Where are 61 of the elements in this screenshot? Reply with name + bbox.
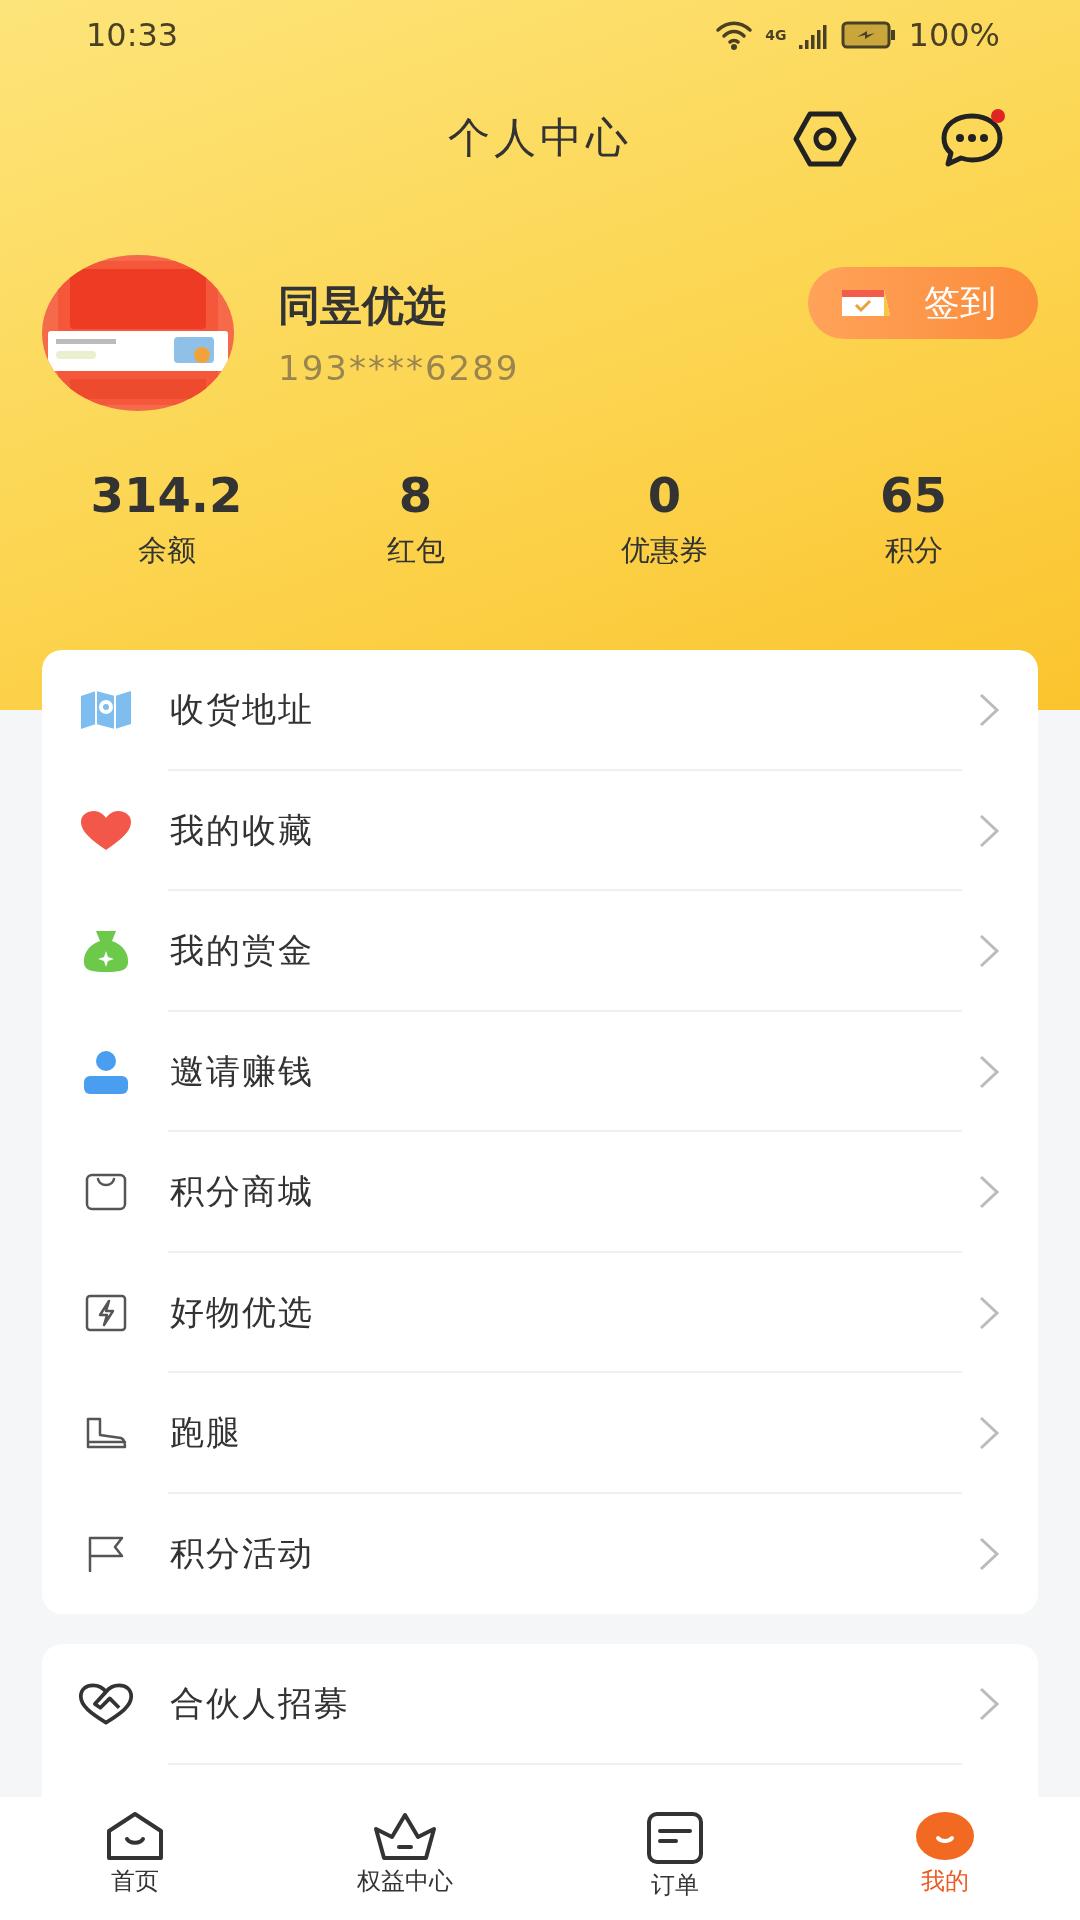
home-icon — [105, 1811, 165, 1861]
battery-icon — [840, 21, 897, 49]
flag-icon — [87, 1535, 125, 1572]
user-name: 同昱优选 — [278, 280, 447, 332]
menu-label: 好物优选 — [170, 1290, 315, 1334]
wifi-icon — [715, 20, 754, 50]
stat-label: 红包 — [386, 532, 445, 569]
menu-label: 积分活动 — [170, 1531, 315, 1575]
menu-item[interactable]: 跑腿 — [42, 1373, 1038, 1494]
stat-value: 65 — [880, 467, 947, 523]
menu-label: 跑腿 — [170, 1411, 243, 1455]
chevron-right-icon — [978, 1294, 1000, 1331]
menu-label: 邀请赚钱 — [170, 1049, 315, 1093]
phone-number: 193****6289 — [278, 348, 521, 388]
menu-item[interactable]: 合伙人招募 — [42, 1644, 1038, 1765]
nav-tab[interactable]: 权益中心 — [270, 1797, 540, 1920]
map-icon — [79, 690, 133, 731]
heart-handshake-icon — [78, 1682, 134, 1727]
person-icon — [82, 1049, 130, 1094]
menu-item[interactable]: 好物优选 — [42, 1252, 1038, 1373]
stat-value: 314.2 — [90, 467, 243, 523]
chevron-right-icon — [978, 812, 1000, 849]
money-bag-icon — [82, 929, 130, 974]
menu-item[interactable]: 积分商城 — [42, 1132, 1038, 1253]
nav-tab[interactable]: 首页 — [0, 1797, 270, 1920]
heart-icon — [80, 810, 132, 851]
smile-face-icon — [914, 1811, 976, 1861]
chevron-right-icon — [978, 1415, 1000, 1452]
crown-icon — [372, 1811, 438, 1861]
chevron-right-icon — [978, 1686, 1000, 1723]
menu-item[interactable]: 收货地址 — [42, 650, 1038, 771]
menu-label: 我的赏金 — [170, 929, 315, 973]
boot-icon — [85, 1417, 127, 1450]
battery-percent: 100% — [908, 16, 1000, 54]
chevron-right-icon — [978, 933, 1000, 970]
lightning-icon — [85, 1293, 127, 1332]
chevron-right-icon — [978, 1053, 1000, 1090]
menu-label: 收货地址 — [170, 688, 315, 732]
stat-value: 8 — [398, 467, 433, 523]
nav-tab[interactable]: 订单 — [540, 1797, 810, 1920]
network-type: 4G — [765, 27, 787, 43]
status-time: 10:33 — [86, 16, 179, 54]
page-title: 个人中心 — [448, 111, 632, 164]
menu-label: 积分商城 — [170, 1170, 315, 1214]
menu-item[interactable]: 邀请赚钱 — [42, 1011, 1038, 1132]
chevron-right-icon — [978, 1535, 1000, 1572]
chevron-right-icon — [978, 692, 1000, 729]
shopping-bag-icon — [85, 1173, 127, 1212]
document-icon — [646, 1811, 704, 1865]
stat-label: 余额 — [137, 532, 196, 569]
menu-item[interactable]: 积分活动 — [42, 1493, 1038, 1614]
settings-icon — [793, 111, 857, 167]
menu-item[interactable]: 我的收藏 — [42, 770, 1038, 891]
stat-value: 0 — [647, 467, 682, 523]
nav-tab[interactable]: 我的 — [810, 1797, 1080, 1920]
menu-label: 我的收藏 — [170, 808, 315, 852]
chevron-right-icon — [978, 1174, 1000, 1211]
stat-label: 优惠券 — [621, 532, 708, 569]
menu-item[interactable]: 我的赏金 — [42, 891, 1038, 1012]
stat-label: 积分 — [884, 532, 943, 569]
menu-label: 合伙人招募 — [170, 1682, 351, 1726]
